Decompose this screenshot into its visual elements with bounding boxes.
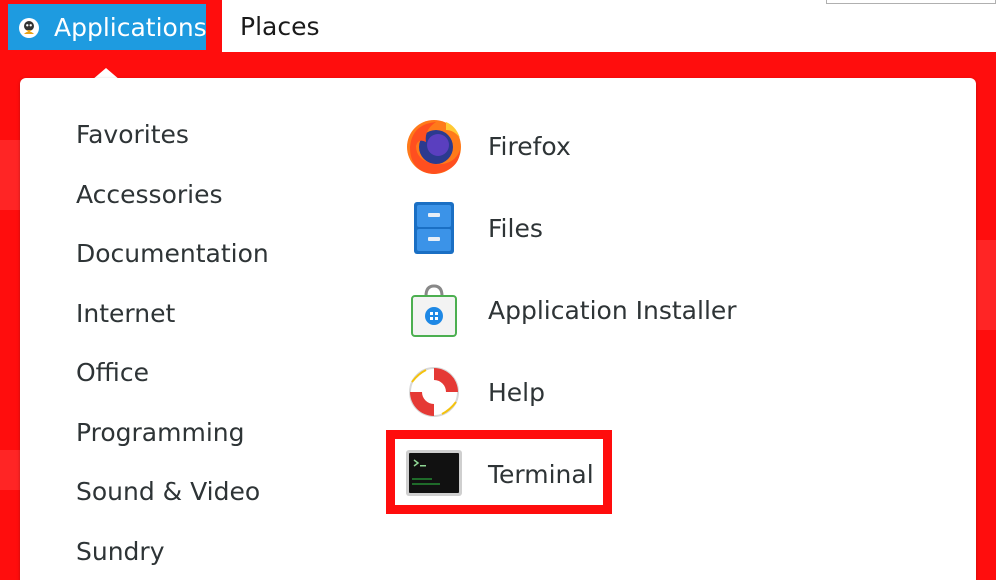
terminal-annotation-outline xyxy=(386,430,612,514)
category-internet[interactable]: Internet xyxy=(76,297,175,331)
background-stripe xyxy=(0,450,20,490)
places-menu-button[interactable]: Places xyxy=(240,6,320,46)
category-office[interactable]: Office xyxy=(76,356,149,390)
app-files-label: Files xyxy=(488,213,543,243)
app-application-installer-label: Application Installer xyxy=(488,295,737,325)
help-lifebuoy-icon xyxy=(404,362,464,422)
places-label: Places xyxy=(240,11,320,41)
files-icon xyxy=(404,198,464,258)
category-accessories[interactable]: Accessories xyxy=(76,178,223,212)
applications-menu-button[interactable]: Applications xyxy=(8,4,207,50)
app-files[interactable]: Files xyxy=(404,196,543,260)
app-help[interactable]: Help xyxy=(404,360,545,424)
category-favorites[interactable]: Favorites xyxy=(76,118,189,152)
app-help-label: Help xyxy=(488,377,545,407)
category-programming[interactable]: Programming xyxy=(76,416,245,450)
app-firefox-label: Firefox xyxy=(488,131,571,161)
top-right-widget xyxy=(826,0,996,4)
app-application-installer[interactable]: Application Installer xyxy=(404,278,737,342)
category-sound-video[interactable]: Sound & Video xyxy=(76,475,260,509)
category-documentation[interactable]: Documentation xyxy=(76,237,269,271)
applications-label: Applications xyxy=(54,12,207,42)
background-stripe xyxy=(976,240,996,330)
category-sundry[interactable]: Sundry xyxy=(76,535,165,569)
software-installer-icon xyxy=(404,280,464,340)
firefox-icon xyxy=(404,116,464,176)
app-firefox[interactable]: Firefox xyxy=(404,114,571,178)
fedora-logo-icon xyxy=(18,16,40,38)
background-stripe xyxy=(0,140,20,210)
